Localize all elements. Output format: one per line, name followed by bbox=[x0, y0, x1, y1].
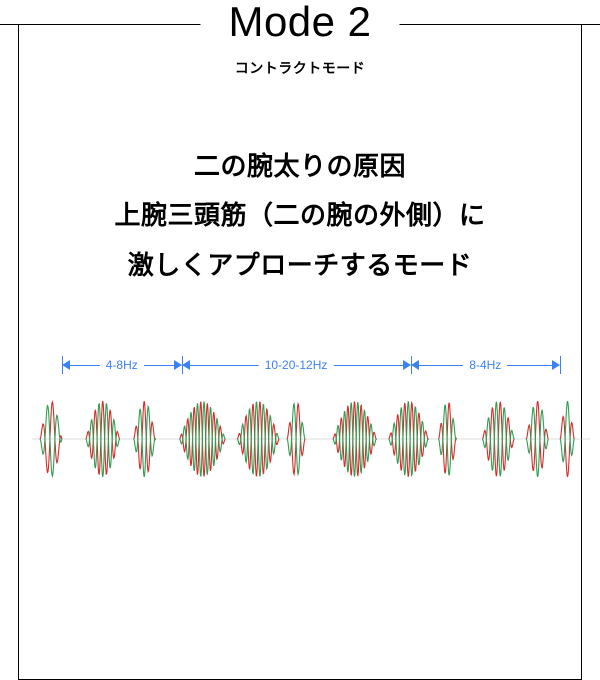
body-line: 激しくアプローチするモード bbox=[30, 241, 570, 290]
page: Mode 2 コントラクトモード 二の腕太りの原因 上腕三頭筋（二の腕の外側）に… bbox=[0, 0, 600, 600]
arrow-left-icon bbox=[411, 360, 419, 370]
arrow-right-icon bbox=[552, 360, 560, 370]
arrow-right-icon bbox=[174, 360, 182, 370]
freq-segment: 4-8Hz bbox=[62, 348, 182, 382]
freq-label: 4-8Hz bbox=[100, 358, 144, 372]
body-copy: 二の腕太りの原因 上腕三頭筋（二の腕の外側）に 激しくアプローチするモード bbox=[30, 142, 570, 290]
freq-segment: 8-4Hz bbox=[411, 348, 560, 382]
mode-title: Mode 2 bbox=[228, 0, 371, 44]
arrow-right-icon bbox=[403, 360, 411, 370]
body-line: 二の腕太りの原因 bbox=[30, 142, 570, 191]
frequency-label-row: 4-8Hz 10-20-12Hz 8-4Hz bbox=[62, 348, 560, 382]
mode-subtitle: コントラクトモード bbox=[228, 58, 371, 78]
freq-label: 10-20-12Hz bbox=[259, 358, 334, 372]
body-line: 上腕三頭筋（二の腕の外側）に bbox=[30, 191, 570, 240]
arrow-left-icon bbox=[62, 360, 70, 370]
freq-label: 8-4Hz bbox=[463, 358, 507, 372]
waveform-diagram: 4-8Hz 10-20-12Hz 8-4Hz bbox=[62, 348, 560, 508]
freq-segment: 10-20-12Hz bbox=[182, 348, 411, 382]
title-block: Mode 2 コントラクトモード bbox=[200, 0, 399, 86]
waveform-svg bbox=[32, 384, 590, 494]
freq-tick bbox=[560, 356, 561, 374]
arrow-left-icon bbox=[182, 360, 190, 370]
